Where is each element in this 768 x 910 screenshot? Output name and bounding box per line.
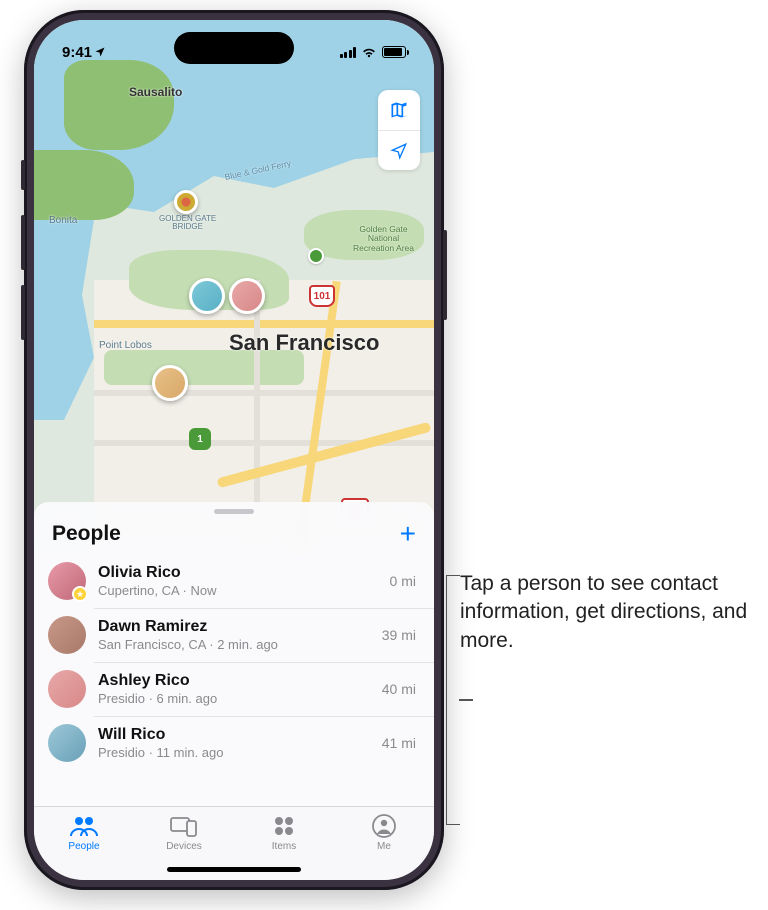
map-place-label: Point Lobos xyxy=(99,340,152,351)
person-name: Ashley Rico xyxy=(98,672,370,690)
location-arrow-icon xyxy=(390,142,408,160)
map-place-label: Bonita xyxy=(49,215,77,226)
tab-label: Me xyxy=(377,841,391,852)
wifi-icon xyxy=(361,46,377,58)
person-subtitle: Presidio · 6 min. ago xyxy=(98,691,370,706)
location-services-icon xyxy=(94,46,106,58)
volume-down-button xyxy=(21,285,25,340)
devices-icon xyxy=(170,813,198,839)
tab-people[interactable]: People xyxy=(44,813,124,880)
locate-me-button[interactable] xyxy=(378,130,420,170)
person-name: Olivia Rico xyxy=(98,564,378,582)
map-city-label: San Francisco xyxy=(229,330,379,356)
favorite-star-icon: ★ xyxy=(72,586,88,602)
callout-bracket xyxy=(446,575,460,825)
status-right xyxy=(340,46,407,58)
map-mode-button[interactable] xyxy=(378,90,420,130)
person-pin[interactable] xyxy=(229,278,265,314)
map-place-label: Golden Gate National Recreation Area xyxy=(353,225,414,253)
person-pin[interactable] xyxy=(189,278,225,314)
people-sheet[interactable]: People + ★ Olivia Rico Cupertino, CA · N… xyxy=(34,502,434,880)
callout-text: Tap a person to see contact information,… xyxy=(460,570,750,655)
home-indicator[interactable] xyxy=(167,867,301,872)
map-place-label: Sausalito xyxy=(129,85,182,99)
person-info: Olivia Rico Cupertino, CA · Now xyxy=(98,564,378,598)
avatar: ★ xyxy=(48,562,86,600)
landmark-pin-icon[interactable] xyxy=(174,190,198,214)
tab-label: Devices xyxy=(166,841,202,852)
people-icon xyxy=(69,813,99,839)
person-subtitle: Presidio · 11 min. ago xyxy=(98,745,370,760)
person-circle-icon xyxy=(372,813,396,839)
map-place-label: GOLDEN GATE BRIDGE xyxy=(159,215,216,231)
person-row[interactable]: ★ Olivia Rico Cupertino, CA · Now 0 mi xyxy=(34,554,434,608)
silent-switch xyxy=(21,160,25,190)
person-distance: 40 mi xyxy=(382,681,416,697)
highway-shield-icon: 1 xyxy=(189,428,211,450)
items-icon xyxy=(272,813,296,839)
person-subtitle: Cupertino, CA · Now xyxy=(98,583,378,598)
map-road xyxy=(94,320,434,328)
person-pin[interactable] xyxy=(152,365,188,401)
map-road xyxy=(94,390,434,396)
person-row[interactable]: Will Rico Presidio · 11 min. ago 41 mi xyxy=(34,716,434,770)
person-row[interactable]: Ashley Rico Presidio · 6 min. ago 40 mi xyxy=(34,662,434,716)
map-icon xyxy=(389,100,409,120)
side-button xyxy=(443,230,447,320)
tab-me[interactable]: Me xyxy=(344,813,424,880)
person-info: Ashley Rico Presidio · 6 min. ago xyxy=(98,672,370,706)
tab-label: People xyxy=(68,841,99,852)
person-row[interactable]: Dawn Ramirez San Francisco, CA · 2 min. … xyxy=(34,608,434,662)
highway-shield-icon: 101 xyxy=(309,285,335,307)
person-distance: 39 mi xyxy=(382,627,416,643)
phone-stage: 9:41 xyxy=(24,10,444,890)
screen: 9:41 xyxy=(34,20,434,880)
map-land xyxy=(64,60,174,150)
volume-up-button xyxy=(21,215,25,270)
person-distance: 41 mi xyxy=(382,735,416,751)
person-name: Will Rico xyxy=(98,726,370,744)
person-subtitle: San Francisco, CA · 2 min. ago xyxy=(98,637,370,652)
add-person-button[interactable]: + xyxy=(400,520,416,548)
map-controls xyxy=(378,90,420,170)
cellular-signal-icon xyxy=(340,47,357,58)
sheet-title: People xyxy=(52,522,121,546)
avatar xyxy=(48,724,86,762)
phone-frame: 9:41 xyxy=(24,10,444,890)
avatar xyxy=(48,616,86,654)
park-badge-icon xyxy=(308,248,324,264)
dynamic-island xyxy=(174,32,294,64)
sheet-header: People + xyxy=(34,514,434,554)
avatar xyxy=(48,670,86,708)
callout-bracket xyxy=(459,699,473,701)
person-info: Dawn Ramirez San Francisco, CA · 2 min. … xyxy=(98,618,370,652)
tab-label: Items xyxy=(272,841,296,852)
battery-icon xyxy=(382,46,406,58)
person-distance: 0 mi xyxy=(390,573,416,589)
person-info: Will Rico Presidio · 11 min. ago xyxy=(98,726,370,760)
clock-label: 9:41 xyxy=(62,44,92,61)
map-view[interactable]: Sausalito Bonita GOLDEN GATE BRIDGE Gold… xyxy=(34,20,434,550)
status-time: 9:41 xyxy=(62,44,106,61)
map-land xyxy=(34,150,134,220)
person-name: Dawn Ramirez xyxy=(98,618,370,636)
